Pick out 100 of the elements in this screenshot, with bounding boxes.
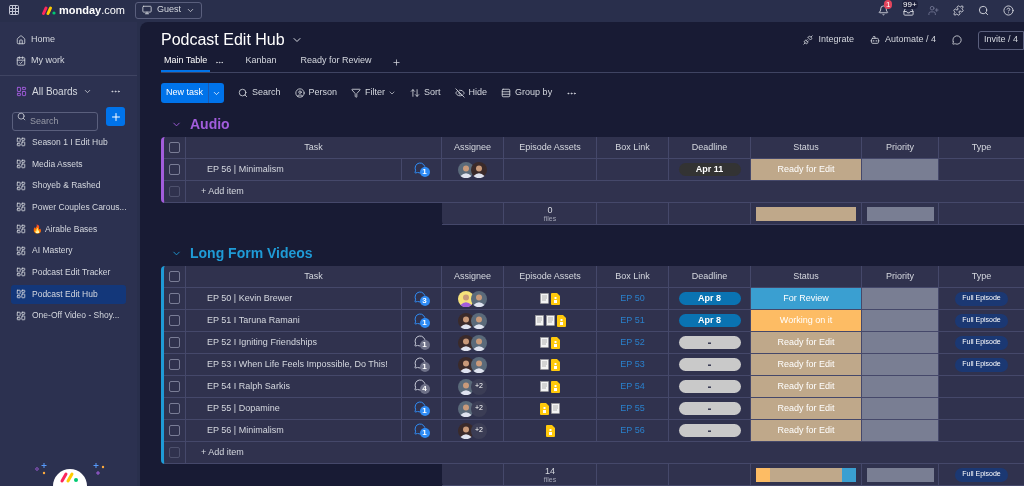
board-item[interactable]: Podcast Edit Hub [11,284,126,304]
add-button[interactable] [106,107,125,126]
search-button[interactable]: Search [238,86,281,100]
document-icon[interactable] [545,315,555,326]
checkbox[interactable] [169,315,180,326]
column-header[interactable]: Task [304,140,323,155]
add-item-button[interactable]: + Add item [201,445,244,460]
board-item[interactable]: AI Mastery [11,241,126,261]
board-item[interactable]: Podcast Edit Tracker [11,262,126,282]
board-item[interactable]: Media Assets [11,154,126,174]
deadline-pill[interactable]: Apr 8 [678,314,741,327]
priority-summary-bar[interactable] [866,467,934,482]
deadline-pill[interactable]: - [678,424,741,437]
checkbox[interactable] [169,381,180,392]
add-item-button[interactable]: + Add item [201,184,244,199]
new-task-button[interactable]: New task [161,83,208,103]
file-icon[interactable] [551,380,560,393]
task-name[interactable]: EP 53 I When Life Feels Impossible, Do This! [207,357,388,372]
help-icon[interactable] [1003,4,1014,16]
task-name[interactable]: EP 50 | Kevin Brewer [207,291,293,306]
column-header[interactable]: Status [793,269,819,284]
task-name[interactable]: EP 56 | Minimalism [207,162,284,177]
task-name[interactable]: EP 56 | Minimalism [207,423,284,438]
column-header[interactable]: Deadline [691,140,728,155]
board-item[interactable]: Power Couples Carous... [11,197,126,217]
column-header[interactable]: Type [971,140,992,155]
deadline-pill[interactable]: Apr 8 [678,292,741,305]
column-header[interactable]: Episode Assets [519,269,581,284]
checkbox[interactable] [169,142,180,153]
task-name[interactable]: EP 52 I Igniting Friendships [207,335,317,350]
checkbox[interactable] [169,164,180,175]
status-segment[interactable] [770,467,842,482]
invite-members-icon[interactable] [928,4,939,16]
priority-cell[interactable] [862,332,938,353]
checkbox[interactable] [169,337,180,348]
task-name[interactable]: EP 55 | Dopamine [207,401,280,416]
search-icon[interactable] [978,4,989,16]
view-tab[interactable]: Ready for Review [297,52,375,72]
priority-cell[interactable] [862,420,938,441]
deadline-pill[interactable]: Apr 11 [678,163,741,176]
priority-cell[interactable] [862,398,938,419]
integrate-button[interactable]: Integrate [803,33,854,47]
add-view-icon[interactable] [392,58,402,67]
column-header[interactable]: Task [304,269,323,284]
task-name[interactable]: EP 54 I Ralph Sarkis [207,379,290,394]
group-by-button[interactable]: Group by [501,86,553,100]
column-header[interactable]: Assignee [454,140,491,155]
column-header[interactable]: Box Link [615,140,650,155]
sort-button[interactable]: Sort [410,86,441,100]
file-icon[interactable] [556,314,566,327]
apps-icon[interactable] [953,4,964,16]
chat-icon[interactable] [951,35,962,45]
file-icon[interactable] [551,358,560,371]
priority-cell[interactable] [862,288,938,309]
nav-link[interactable]: My work [31,53,65,68]
column-header[interactable]: Priority [886,269,914,284]
deadline-pill[interactable]: - [678,380,741,393]
invite-button[interactable]: Invite / 4 [977,30,1024,50]
board-item[interactable]: 🔥 Airable Bases [11,219,126,239]
board-item[interactable]: Season 1 I Edit Hub [11,132,126,152]
priority-cell[interactable] [862,376,938,397]
nav-link[interactable]: Home [31,32,55,47]
group-title[interactable]: Audio [190,113,230,135]
file-icon[interactable] [540,402,549,415]
file-icon[interactable] [551,292,560,305]
checkbox[interactable] [169,425,180,436]
view-tab[interactable]: Main Table [161,52,211,72]
group-title[interactable]: Long Form Videos [190,242,313,264]
caret-icon[interactable] [388,89,397,97]
hide-button[interactable]: Hide [454,86,488,100]
board-item[interactable]: Shoyeb & Rashed [11,176,126,196]
column-header[interactable]: Assignee [454,269,491,284]
checkbox[interactable] [169,293,180,304]
file-icon[interactable] [545,424,555,437]
workspace-name[interactable]: All Boards [32,84,78,99]
automate-button[interactable]: Automate / 4 [869,33,936,47]
deadline-pill[interactable]: - [678,402,741,415]
column-header[interactable]: Status [793,140,819,155]
deadline-pill[interactable]: - [678,336,741,349]
document-icon[interactable] [534,315,544,326]
apps-menu-icon[interactable] [8,4,20,16]
column-header[interactable]: Priority [886,140,914,155]
priority-summary-bar[interactable] [866,206,934,221]
brand-name[interactable]: monday.com [59,1,126,19]
status-segment[interactable] [756,206,856,221]
priority-cell[interactable] [862,354,938,375]
deadline-pill[interactable]: - [678,358,741,371]
task-name[interactable]: EP 51 I Taruna Ramani [207,313,300,328]
workspace-selector[interactable]: Guest [135,1,203,19]
priority-cell[interactable] [862,159,938,180]
board-title[interactable]: Podcast Edit Hub [161,28,285,52]
column-header[interactable]: Type [971,269,992,284]
priority-cell[interactable] [862,310,938,331]
column-header[interactable]: Box Link [615,269,650,284]
search-field[interactable]: Search [12,111,99,131]
status-segment[interactable] [756,467,771,482]
filter-button[interactable]: Filter [351,86,386,100]
board-item[interactable]: One-Off Video - Shoy... [11,306,126,326]
view-tab[interactable]: Kanban [242,52,280,72]
file-icon[interactable] [551,336,560,349]
